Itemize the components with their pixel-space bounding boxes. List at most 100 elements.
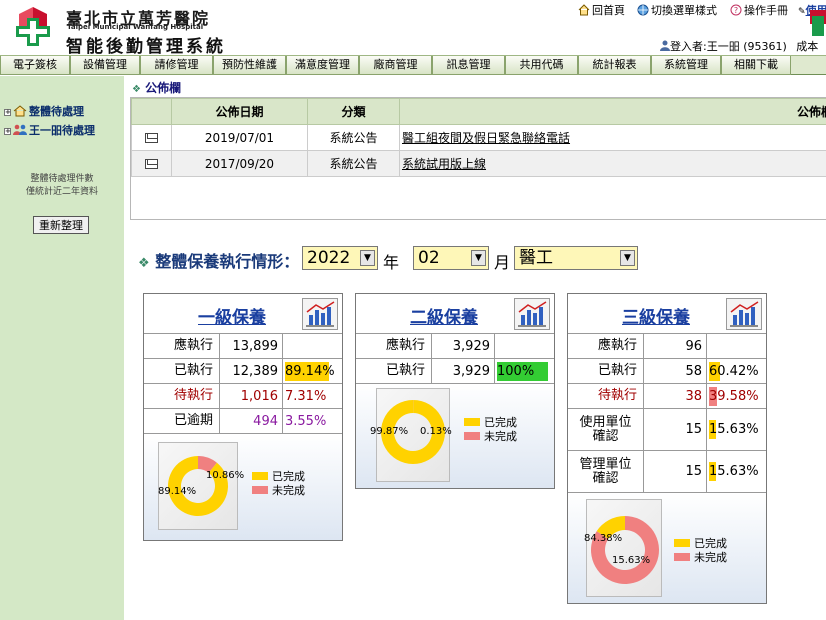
percent-bar: 3.55%: [285, 412, 342, 431]
percent-bar: 100%: [497, 361, 554, 381]
stat-row: 管理單位確認 15 15.63%: [568, 451, 766, 493]
help-icon: ?: [730, 4, 742, 16]
row-category: 系統公告: [307, 150, 400, 177]
percent-text: 89.14%: [285, 363, 335, 379]
menu-tab-satisfaction[interactable]: 滿意度管理: [286, 56, 359, 75]
card-title-link[interactable]: 二級保養: [356, 303, 532, 328]
switch-menu-style-link[interactable]: 切換選單樣式: [637, 2, 717, 18]
stat-row: 待執行 1,016 7.31%: [144, 384, 342, 409]
home-icon: [13, 105, 27, 117]
month-select-value: 02: [418, 248, 440, 268]
chevron-down-icon[interactable]: ▼: [471, 250, 486, 266]
announcement-title: ❖ 公佈欄: [132, 79, 181, 96]
home-link-label: 回首頁: [592, 4, 625, 17]
donut-chart-area: 15.63% 84.38% 已完成 未完成: [568, 493, 766, 603]
sidebar-note-count: 整體待處理件數: [30, 174, 94, 184]
system-name: 智能後勤管理系統: [66, 37, 226, 57]
menu-tab-vendor[interactable]: 廠商管理: [359, 56, 432, 75]
bar-chart-graphic: [730, 301, 759, 327]
menu-tab-common-code[interactable]: 共用代碼: [505, 56, 578, 75]
menu-tab-statistics[interactable]: 統計報表: [578, 56, 651, 75]
col-header-title: 公佈欄標題: [399, 98, 826, 125]
stat-percent-cell: 3.55%: [283, 409, 344, 433]
stat-value: 3,929: [432, 334, 495, 358]
login-text: 登入者:王一昍 (95361): [670, 40, 787, 53]
legend-item-undone: 未完成: [464, 428, 517, 444]
sidebar-item-my-pending[interactable]: + 王一昍待處理: [4, 122, 95, 138]
stat-value: 96: [644, 334, 707, 358]
stat-percent-cell: 100%: [495, 359, 556, 383]
percent-text: 3.55%: [285, 413, 327, 429]
menu-tab-system[interactable]: 系統管理: [651, 56, 721, 75]
refresh-button[interactable]: 重新整理: [33, 216, 89, 234]
sidebar-item-label: 王一昍待處理: [29, 124, 95, 137]
row-icon-cell: [131, 124, 172, 151]
percent-text: 15.63%: [709, 464, 759, 479]
legend-item-undone: 未完成: [674, 549, 727, 565]
table-row[interactable]: 2019/07/01 系統公告 醫工組夜間及假日緊急聯絡電話: [131, 124, 826, 151]
menu-tab-equipment[interactable]: 設備管理: [70, 56, 140, 75]
menu-tab-downloads[interactable]: 相關下載: [721, 56, 791, 75]
card-title-link[interactable]: 三級保養: [568, 303, 744, 328]
expand-icon[interactable]: +: [4, 109, 11, 116]
donut-label-done: 89.14%: [158, 486, 197, 497]
stat-value: 15: [644, 409, 707, 450]
year-select[interactable]: 2022 ▼: [302, 246, 378, 270]
stat-label: 待執行: [568, 384, 644, 408]
col-header-category: 分類: [307, 98, 400, 125]
announcement-title-text: 公佈欄: [145, 81, 182, 95]
main-menu-bar: 電子簽核 設備管理 請修管理 預防性維護 滿意度管理 廠商管理 訊息管理 共用代…: [0, 55, 826, 75]
maintenance-card-level-2: 二級保養 應執行 3,929 已執行 3,929 100% 99.87% 0.13% 已完成 未完…: [355, 293, 555, 489]
stat-label: 已逾期: [144, 409, 220, 433]
menu-tab-preventive[interactable]: 預防性維護: [213, 56, 286, 75]
manual-link[interactable]: ? 操作手冊: [730, 2, 788, 18]
home-icon: [578, 4, 590, 16]
row-category: 系統公告: [307, 124, 400, 151]
percent-text: 39.58%: [709, 388, 759, 404]
announcement-panel: 公佈日期 分類 公佈欄標題 2019/07/01 系統公告 醫工組夜間及假日緊急…: [130, 97, 826, 220]
svg-text:?: ?: [734, 6, 738, 15]
envelope-icon[interactable]: [145, 158, 158, 169]
hospital-name-en: Taipei Municipal Wanfang Hospital: [67, 23, 204, 31]
stat-percent-cell: 89.14%: [283, 359, 344, 383]
announcement-link[interactable]: 醫工組夜間及假日緊急聯絡電話: [402, 131, 570, 145]
stat-percent-cell: [283, 334, 344, 358]
department-select[interactable]: 醫工 ▼: [514, 246, 638, 270]
stat-value: 494: [220, 409, 283, 433]
chevron-down-icon[interactable]: ▼: [620, 250, 635, 266]
chevron-down-icon[interactable]: ▼: [360, 250, 375, 266]
percent-text: 60.42%: [709, 363, 759, 379]
bar-chart-graphic: [306, 301, 335, 327]
month-unit: 月: [494, 253, 511, 272]
sidebar-item-overall-pending[interactable]: + 整體待處理: [4, 103, 84, 119]
stat-row: 應執行 13,899: [144, 334, 342, 359]
manual-link-label: 操作手冊: [744, 4, 788, 17]
bar-chart-icon[interactable]: [302, 298, 338, 330]
maintenance-card-level-1: 一級保養 應執行 13,899 已執行 12,389 89.14% 待執行 1,016 7.31…: [143, 293, 343, 541]
diamond-icon: ❖: [138, 256, 150, 271]
donut-chart-area: 99.87% 0.13% 已完成 未完成: [356, 384, 554, 488]
menu-tab-e-sign[interactable]: 電子簽核: [0, 56, 70, 75]
users-icon: [13, 124, 27, 135]
bar-chart-icon[interactable]: [726, 298, 762, 330]
menu-tab-message[interactable]: 訊息管理: [432, 56, 505, 75]
card-title-link[interactable]: 一級保養: [144, 303, 320, 328]
bar-chart-icon[interactable]: [514, 298, 550, 330]
sidebar-note-range: 僅統計近二年資料: [25, 187, 98, 197]
home-link[interactable]: 回首頁: [578, 2, 625, 18]
envelope-icon[interactable]: [145, 132, 158, 143]
announcement-link[interactable]: 系統試用版上線: [402, 157, 486, 171]
menu-tab-repair[interactable]: 請修管理: [140, 56, 213, 75]
expand-icon[interactable]: +: [4, 128, 11, 135]
table-row[interactable]: 2017/09/20 系統公告 系統試用版上線: [131, 150, 826, 177]
legend-label: 未完成: [272, 484, 305, 497]
stat-value: 3,929: [432, 359, 495, 383]
donut-label-undone: 84.38%: [584, 533, 623, 544]
col-header-icon: [131, 98, 172, 125]
globe-icon: [637, 4, 649, 16]
col-header-date: 公佈日期: [171, 98, 308, 125]
row-icon-cell: [131, 150, 172, 177]
diamond-icon: ❖: [132, 84, 141, 95]
month-select[interactable]: 02 ▼: [413, 246, 489, 270]
donut-label-done: 99.87%: [370, 426, 409, 437]
